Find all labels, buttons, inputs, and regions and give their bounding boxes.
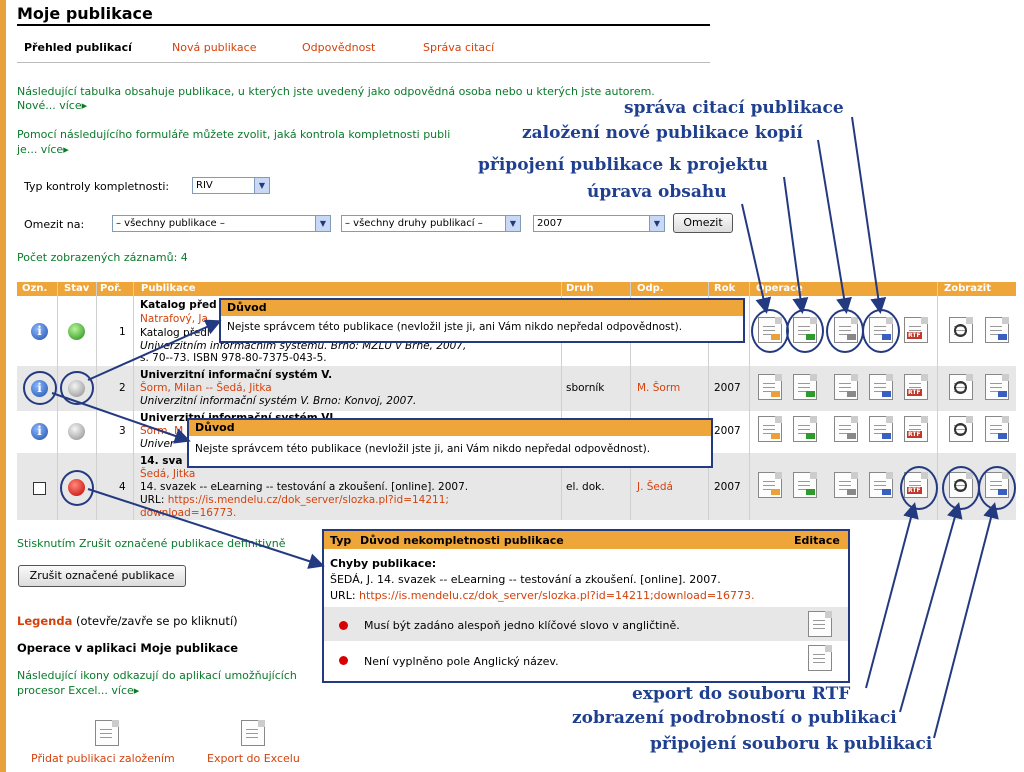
annotation-attach-file: připojení souboru k publikaci xyxy=(650,734,933,754)
arrow-line xyxy=(933,502,999,739)
annotation-arrows xyxy=(51,116,999,739)
arrow-line xyxy=(865,502,919,689)
arrow-line xyxy=(87,488,325,569)
arrow-line xyxy=(51,392,191,444)
annotation-citations-management: správa citací publikace xyxy=(624,98,844,118)
arrow-line xyxy=(87,319,222,381)
annotation-link-project: připojení publikace k projektu xyxy=(478,155,768,175)
annotation-export-rtf: export do souboru RTF xyxy=(632,684,851,704)
annotation-copy-publication: založení nové publikace kopií xyxy=(522,123,803,143)
arrow-line xyxy=(817,139,852,314)
annotation-edit-content: úprava obsahu xyxy=(587,182,727,202)
arrow-line xyxy=(741,203,772,314)
arrow-line xyxy=(851,116,887,314)
annotation-show-details: zobrazení podrobností o publikaci xyxy=(572,708,897,728)
arrow-line xyxy=(783,176,809,314)
